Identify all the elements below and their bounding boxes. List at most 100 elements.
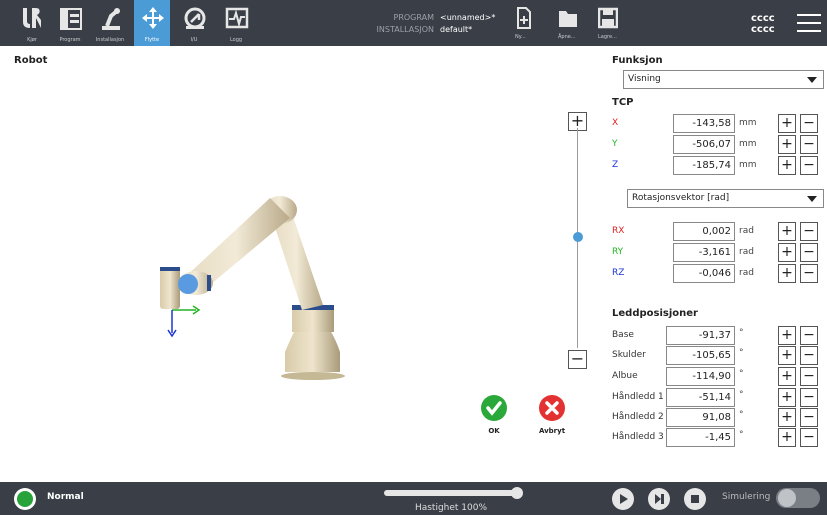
tcp-z-plus-button[interactable]: + [778, 156, 796, 175]
stop-button[interactable] [684, 488, 706, 510]
joint-elbow-minus-button[interactable]: − [800, 367, 818, 386]
function-dropdown[interactable]: Visning [623, 70, 824, 89]
tcp-label-z: Z [612, 160, 619, 170]
simulation-label: Simulering [722, 492, 771, 502]
move-icon [142, 7, 164, 29]
nav-item-log[interactable]: Logg [218, 0, 254, 46]
new-file-label: Ny... [515, 34, 526, 40]
hamburger-menu-icon[interactable] [797, 14, 821, 32]
joint-label-shoulder: Skulder [612, 350, 646, 360]
joint-row-wrist1: Håndledd 1 -51,14 ° + − [612, 388, 824, 407]
cancel-button[interactable]: Avbryt [527, 395, 577, 435]
rot-value-rx[interactable]: 0,002 [673, 222, 735, 241]
joint-value-wrist3[interactable]: -1,45 [666, 428, 735, 447]
zoom-slider-knob[interactable] [573, 232, 583, 242]
play-button[interactable] [612, 488, 634, 510]
rot-row-rx: RX 0,002 rad + − [612, 222, 824, 241]
io-icon [184, 7, 206, 29]
joint-base-minus-button[interactable]: − [800, 326, 818, 345]
ok-button[interactable]: OK [469, 395, 519, 435]
robot-status-button[interactable] [14, 488, 36, 510]
user-line-2: cccc [751, 24, 775, 35]
joint-wrist1-minus-button[interactable]: − [800, 388, 818, 407]
status-indicator-icon [17, 491, 33, 507]
open-file-button[interactable]: Åpne... [553, 7, 579, 43]
joint-value-wrist1[interactable]: -51,14 [666, 388, 735, 407]
rot-rz-plus-button[interactable]: + [778, 264, 796, 283]
joint-wrist2-plus-button[interactable]: + [778, 408, 796, 427]
play-icon [620, 494, 628, 504]
nav-label-run: Kjør [27, 37, 37, 43]
nav-item-io[interactable]: I/U [176, 0, 212, 46]
joint-label-wrist1: Håndledd 1 [612, 392, 664, 402]
joint-value-wrist2[interactable]: 91,08 [666, 408, 735, 427]
joint-shoulder-minus-button[interactable]: − [800, 346, 818, 365]
bottom-bar: Normal Hastighet 100% Simulering [0, 482, 827, 515]
rot-rz-minus-button[interactable]: − [800, 264, 818, 283]
tcp-unit-z: mm [739, 160, 757, 170]
joint-wrist2-minus-button[interactable]: − [800, 408, 818, 427]
tcp-value-x[interactable]: -143,58 [673, 114, 735, 133]
zoom-out-button[interactable]: − [568, 350, 587, 369]
step-button[interactable] [648, 488, 670, 510]
ur-logo-icon [23, 8, 41, 28]
robot-3d-view[interactable] [140, 180, 360, 380]
rot-ry-plus-button[interactable]: + [778, 243, 796, 262]
rot-rx-minus-button[interactable]: − [800, 222, 818, 241]
joint-value-shoulder[interactable]: -105,65 [666, 346, 735, 365]
joint-elbow-plus-button[interactable]: + [778, 367, 796, 386]
installation-label: INSTALLASJON [376, 25, 434, 34]
user-info: cccc cccc [751, 13, 775, 35]
tcp-title: TCP [612, 97, 634, 108]
joint-shoulder-plus-button[interactable]: + [778, 346, 796, 365]
tcp-row-x: X -143,58 mm + − [612, 114, 824, 133]
joint-wrist3-plus-button[interactable]: + [778, 428, 796, 447]
joint-base-plus-button[interactable]: + [778, 326, 796, 345]
tcp-unit-x: mm [739, 118, 757, 128]
chevron-down-icon [807, 77, 817, 83]
save-icon [598, 7, 618, 29]
joint-value-elbow[interactable]: -114,90 [666, 367, 735, 386]
tcp-x-plus-button[interactable]: + [778, 114, 796, 133]
joint-unit-shoulder: ° [739, 348, 744, 358]
nav-item-run[interactable]: Kjør [14, 0, 50, 46]
tcp-y-plus-button[interactable]: + [778, 135, 796, 154]
rot-rx-plus-button[interactable]: + [778, 222, 796, 241]
nav-label-program: Program [59, 37, 81, 43]
speed-slider-knob[interactable] [511, 487, 523, 499]
joint-wrist1-plus-button[interactable]: + [778, 388, 796, 407]
rot-unit-rz: rad [739, 268, 754, 278]
joint-unit-wrist2: ° [739, 410, 744, 420]
step-icon [655, 494, 664, 504]
tcp-y-minus-button[interactable]: − [800, 135, 818, 154]
nav-item-installation[interactable]: Installasjon [92, 0, 128, 46]
rot-value-rz[interactable]: -0,046 [673, 264, 735, 283]
close-icon [539, 395, 565, 421]
nav-label-log: Logg [229, 37, 243, 43]
joint-value-base[interactable]: -91,37 [666, 326, 735, 345]
rot-ry-minus-button[interactable]: − [800, 243, 818, 262]
nav-item-move[interactable]: Flytte [134, 0, 170, 46]
joint-unit-wrist1: ° [739, 390, 744, 400]
new-file-button[interactable]: Ny... [511, 7, 537, 43]
save-file-button[interactable]: Lagre... [593, 7, 619, 43]
nav-item-program[interactable]: Program [52, 0, 88, 46]
stop-icon [691, 495, 699, 503]
new-file-icon [517, 7, 531, 29]
function-title: Funksjon [612, 55, 663, 66]
speed-slider-track[interactable] [384, 490, 518, 496]
tcp-x-minus-button[interactable]: − [800, 114, 818, 133]
rotation-dropdown[interactable]: Rotasjonsvektor [rad] [627, 189, 824, 208]
joint-label-wrist2: Håndledd 2 [612, 412, 664, 422]
joint-unit-elbow: ° [739, 369, 744, 379]
joint-row-wrist3: Håndledd 3 -1,45 ° + − [612, 428, 824, 447]
simulation-toggle[interactable] [776, 488, 820, 508]
tcp-value-y[interactable]: -506,07 [673, 135, 735, 154]
tcp-z-minus-button[interactable]: − [800, 156, 818, 175]
rotation-dropdown-value: Rotasjonsvektor [rad] [632, 193, 730, 203]
joint-row-base: Base -91,37 ° + − [612, 326, 824, 345]
tcp-value-z[interactable]: -185,74 [673, 156, 735, 175]
joint-unit-wrist3: ° [739, 430, 744, 440]
joint-wrist3-minus-button[interactable]: − [800, 428, 818, 447]
rot-value-ry[interactable]: -3,161 [673, 243, 735, 262]
